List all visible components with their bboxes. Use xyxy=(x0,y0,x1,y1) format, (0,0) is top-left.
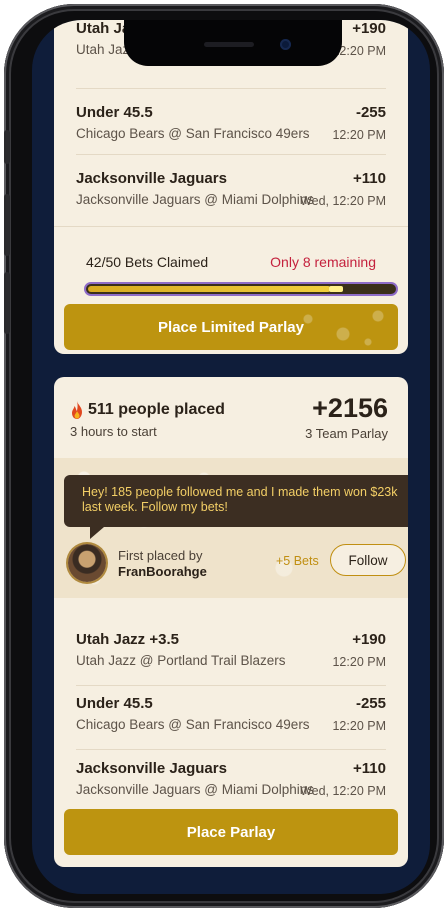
claimed-progress-bar xyxy=(84,282,398,296)
leg-title: Jacksonville Jaguars xyxy=(76,760,227,777)
divider xyxy=(54,226,408,227)
leg-matchup: Utah Jazz @ Portland Trail Blazers xyxy=(76,653,286,668)
parlay-leg[interactable]: Under 45.5 Chicago Bears @ San Francisco… xyxy=(54,681,408,745)
leg-odds: -255 xyxy=(355,104,386,121)
leg-time: Wed, 12:20 PM xyxy=(300,784,386,798)
avatar[interactable] xyxy=(68,544,106,582)
follow-button[interactable]: Follow xyxy=(330,544,406,576)
remaining-text: Only 8 remaining xyxy=(270,254,376,270)
parlay-leg[interactable]: Jacksonville Jaguars Jacksonville Jaguar… xyxy=(54,156,408,220)
leg-odds: +110 xyxy=(353,170,386,187)
leg-time: Wed, 12:20 PM xyxy=(300,194,386,208)
bets-badge[interactable]: +5 Bets xyxy=(276,554,319,568)
flame-icon xyxy=(72,401,82,419)
leg-matchup: Chicago Bears @ San Francisco 49ers xyxy=(76,717,310,732)
bubble-tail xyxy=(90,527,104,539)
people-placed-count: 511 people placed xyxy=(88,401,225,418)
leg-odds: +190 xyxy=(352,20,386,37)
leg-odds: -255 xyxy=(355,695,386,712)
divider xyxy=(76,88,386,89)
leg-matchup: Jacksonville Jaguars @ Miami Dolphins xyxy=(76,782,315,797)
button-label: Place Limited Parlay xyxy=(158,318,304,336)
parlay-leg[interactable]: Utah Jazz +3.5 Utah Jazz @ Portland Trai… xyxy=(54,617,408,681)
place-limited-parlay-button[interactable]: Place Limited Parlay xyxy=(64,304,398,350)
parlay-card: 511 people placed 3 hours to start +2156… xyxy=(54,377,408,867)
parlay-odds: +2156 xyxy=(312,393,388,423)
user-message-bubble: Hey! 185 people followed me and I made t… xyxy=(64,475,408,527)
parlay-leg[interactable]: Under 45.5 Chicago Bears @ San Francisco… xyxy=(54,90,408,154)
progress-cap xyxy=(329,286,343,292)
limited-parlay-card: Utah Jazz +3.5 Utah Jazz +190 12:20 PM U… xyxy=(54,20,408,354)
leg-matchup: Chicago Bears @ San Francisco 49ers xyxy=(76,126,310,141)
leg-time: 12:20 PM xyxy=(332,719,386,733)
leg-time: 12:20 PM xyxy=(332,128,386,142)
time-to-start: 3 hours to start xyxy=(70,424,157,439)
leg-matchup: Jacksonville Jaguars @ Miami Dolphins xyxy=(76,192,315,207)
camera-icon xyxy=(280,39,291,50)
social-proof-section: Hey! 185 people followed me and I made t… xyxy=(54,458,408,598)
leg-title: Jacksonville Jaguars xyxy=(76,170,227,187)
place-parlay-button[interactable]: Place Parlay xyxy=(64,809,398,855)
volume-up-button xyxy=(4,194,10,256)
leg-title: Utah Jazz +3.5 xyxy=(76,631,179,648)
progress-fill xyxy=(88,286,331,292)
phone-screen: Utah Jazz +3.5 Utah Jazz +190 12:20 PM U… xyxy=(32,20,430,894)
leg-time: 12:20 PM xyxy=(332,655,386,669)
button-label: Place Parlay xyxy=(186,823,276,841)
leg-odds: +190 xyxy=(352,631,386,648)
parlay-type: 3 Team Parlay xyxy=(305,426,388,441)
notch xyxy=(124,20,342,66)
username[interactable]: FranBoorahge xyxy=(118,564,207,579)
first-placed-label: First placed by xyxy=(118,548,203,563)
divider xyxy=(76,154,386,155)
bets-claimed-text: 42/50 Bets Claimed xyxy=(86,254,209,270)
leg-title: Under 45.5 xyxy=(76,104,153,121)
parlay-leg[interactable]: Jacksonville Jaguars Jacksonville Jaguar… xyxy=(54,746,408,810)
volume-down-button xyxy=(4,272,10,334)
button-pattern xyxy=(288,304,398,350)
speaker-grill xyxy=(204,42,254,47)
phone-frame: Utah Jazz +3.5 Utah Jazz +190 12:20 PM U… xyxy=(4,4,444,908)
mute-switch xyxy=(4,130,10,164)
leg-title: Under 45.5 xyxy=(76,695,153,712)
leg-odds: +110 xyxy=(353,760,386,777)
